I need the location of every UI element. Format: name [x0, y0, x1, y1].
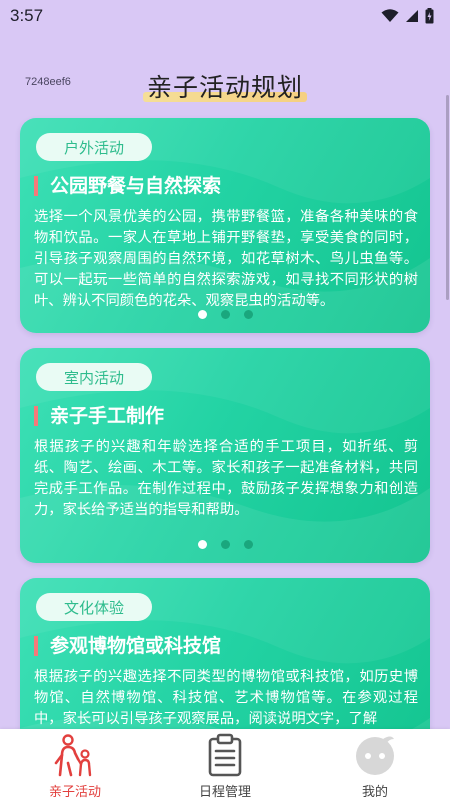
card-tag: 室内活动	[36, 363, 152, 391]
cellular-signal-icon	[406, 10, 418, 22]
page-dot-2[interactable]	[220, 310, 230, 319]
card-body: 根据孩子的兴趣选择不同类型的博物馆或科技馆，如历史博物馆、自然博物馆、科技馆、艺…	[34, 669, 418, 727]
card-title: 公园野餐与自然探索	[34, 176, 221, 196]
page-dot-1[interactable]	[197, 540, 207, 549]
card-page-indicator[interactable]	[20, 310, 430, 319]
page-dot-1[interactable]	[197, 310, 207, 319]
battery-icon	[425, 8, 434, 24]
profile-face-icon	[353, 733, 397, 777]
tab-label: 日程管理	[198, 785, 251, 800]
status-bar: 3:57	[0, 0, 450, 32]
page-dot-3[interactable]	[243, 540, 253, 549]
activity-card-outdoor[interactable]: 户外活动 公园野餐与自然探索 选择一个风景优美的公园，携带野餐篮，准备各种美味的…	[20, 118, 430, 333]
page-title: 亲子活动规划	[142, 68, 308, 104]
status-time: 3:57	[10, 6, 44, 25]
wifi-icon	[381, 9, 399, 22]
tab-profile[interactable]: 我的	[315, 733, 435, 800]
card-tag: 文化体验	[36, 593, 152, 621]
activity-card-list[interactable]: 户外活动 公园野餐与自然探索 选择一个风景优美的公园，携带野餐篮，准备各种美味的…	[20, 118, 430, 800]
card-body: 选择一个风景优美的公园，携带野餐篮，准备各种美味的食物和饮品。一家人在草地上铺开…	[34, 209, 418, 309]
tab-family-activities[interactable]: 亲子活动	[15, 733, 135, 800]
page-header: 7248eef6 亲子活动规划	[0, 60, 450, 120]
clipboard-icon	[203, 733, 247, 777]
family-icon	[53, 733, 97, 777]
card-page-indicator[interactable]	[20, 540, 430, 549]
tab-label: 亲子活动	[48, 785, 101, 800]
card-tag: 户外活动	[36, 133, 152, 161]
tab-label: 我的	[361, 785, 388, 800]
page-dot-3[interactable]	[243, 310, 253, 319]
card-body: 根据孩子的兴趣和年龄选择合适的手工项目，如折纸、剪纸、陶艺、绘画、木工等。家长和…	[34, 439, 418, 518]
activity-card-indoor[interactable]: 室内活动 亲子手工制作 根据孩子的兴趣和年龄选择合适的手工项目，如折纸、剪纸、陶…	[20, 348, 430, 563]
scrollbar-thumb[interactable]	[446, 95, 449, 300]
page-dot-2[interactable]	[220, 540, 230, 549]
card-title: 参观博物馆或科技馆	[34, 636, 221, 656]
card-title: 亲子手工制作	[34, 406, 164, 426]
status-icons	[381, 8, 434, 24]
tab-schedule[interactable]: 日程管理	[165, 733, 285, 800]
bottom-tab-bar: 亲子活动 日程管理 我的	[0, 729, 450, 800]
